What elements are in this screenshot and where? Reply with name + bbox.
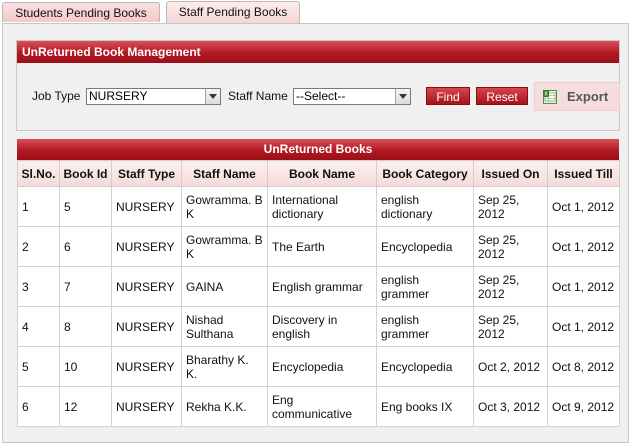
- chevron-down-icon[interactable]: [395, 89, 410, 104]
- excel-icon: X: [543, 90, 557, 104]
- column-header[interactable]: Book Category: [376, 160, 474, 187]
- chevron-down-icon[interactable]: [205, 89, 220, 104]
- export-button[interactable]: X Export: [534, 82, 620, 111]
- column-header[interactable]: Issued Till: [547, 160, 620, 187]
- table-cell: Gowramma. B K: [181, 226, 268, 267]
- table-cell: Oct 1, 2012: [547, 186, 620, 227]
- table-cell: Sep 25, 2012: [473, 266, 548, 307]
- table-cell: Oct 2, 2012: [473, 346, 548, 387]
- table-row: 6 12 NURSERY Rekha K.K. Eng communicativ…: [17, 386, 620, 427]
- table-cell: Discovery in english: [267, 306, 377, 347]
- table-cell: Oct 1, 2012: [547, 266, 620, 307]
- table-cell: Eng communicative: [267, 386, 377, 427]
- table-cell: english dictionary: [376, 186, 474, 227]
- table-cell: NURSERY: [111, 266, 182, 307]
- table-row: 3 7 NURSERY GAINA English grammar englis…: [17, 266, 620, 307]
- tab-students-pending-books[interactable]: Students Pending Books: [2, 2, 160, 22]
- table-cell: Encyclopedia: [376, 226, 474, 267]
- staff-name-value: --Select--: [296, 89, 346, 103]
- table-cell: 8: [59, 306, 112, 347]
- table-cell: Encyclopedia: [376, 346, 474, 387]
- find-button[interactable]: Find: [426, 87, 470, 105]
- column-header[interactable]: Issued On: [473, 160, 548, 187]
- table-row: 2 6 NURSERY Gowramma. B K The Earth Ency…: [17, 226, 620, 267]
- column-header[interactable]: Staff Type: [111, 160, 182, 187]
- staff-name-label: Staff Name: [228, 89, 288, 103]
- table-cell: 6: [17, 386, 60, 427]
- table-cell: Gowramma. B K: [181, 186, 268, 227]
- table-cell: The Earth: [267, 226, 377, 267]
- column-header[interactable]: Staff Name: [181, 160, 268, 187]
- table-cell: 5: [59, 186, 112, 227]
- reset-button[interactable]: Reset: [476, 87, 528, 105]
- table-cell: 12: [59, 386, 112, 427]
- job-type-label: Job Type: [32, 89, 81, 103]
- table-cell: 4: [17, 306, 60, 347]
- table-cell: 1: [17, 186, 60, 227]
- table-cell: Sep 25, 2012: [473, 306, 548, 347]
- table-cell: Sep 25, 2012: [473, 186, 548, 227]
- unreturned-books-panel: UnReturned Books Sl.No. Book Id Staff Ty…: [17, 139, 620, 427]
- table-cell: Eng books IX: [376, 386, 474, 427]
- job-type-select[interactable]: NURSERY: [86, 88, 221, 105]
- table-row: 1 5 NURSERY Gowramma. B K International …: [17, 186, 620, 227]
- table-cell: Oct 3, 2012: [473, 386, 548, 427]
- table-cell: International dictionary: [267, 186, 377, 227]
- table-cell: Encyclopedia: [267, 346, 377, 387]
- table-cell: Oct 8, 2012: [547, 346, 620, 387]
- table-cell: english grammer: [376, 266, 474, 307]
- table-cell: 7: [59, 266, 112, 307]
- table-cell: NURSERY: [111, 306, 182, 347]
- staff-name-select[interactable]: --Select--: [293, 88, 411, 105]
- table-cell: Sep 25, 2012: [473, 226, 548, 267]
- table-cell: Oct 9, 2012: [547, 386, 620, 427]
- unreturned-books-table: Sl.No. Book Id Staff Type Staff Name Boo…: [17, 160, 620, 427]
- table-cell: Oct 1, 2012: [547, 226, 620, 267]
- table-cell: 3: [17, 266, 60, 307]
- management-panel: UnReturned Book Management: [16, 40, 620, 131]
- table-cell: NURSERY: [111, 346, 182, 387]
- table-cell: 5: [17, 346, 60, 387]
- tab-staff-pending-books[interactable]: Staff Pending Books: [166, 1, 300, 24]
- table-cell: Oct 1, 2012: [547, 306, 620, 347]
- table-cell: Nishad Sulthana: [181, 306, 268, 347]
- column-header[interactable]: Sl.No.: [17, 160, 60, 187]
- table-header-row: Sl.No. Book Id Staff Type Staff Name Boo…: [17, 160, 620, 187]
- table-row: 4 8 NURSERY Nishad Sulthana Discovery in…: [17, 306, 620, 347]
- tab-bar: Students Pending Books Staff Pending Boo…: [0, 0, 630, 24]
- table-cell: english grammer: [376, 306, 474, 347]
- export-label: Export: [567, 89, 609, 104]
- table-cell: NURSERY: [111, 386, 182, 427]
- table-row: 5 10 NURSERY Bharathy K. K. Encyclopedia…: [17, 346, 620, 387]
- unreturned-books-title: UnReturned Books: [17, 139, 619, 160]
- table-cell: NURSERY: [111, 186, 182, 227]
- table-cell: Rekha K.K.: [181, 386, 268, 427]
- table-cell: 6: [59, 226, 112, 267]
- table-cell: 10: [59, 346, 112, 387]
- column-header[interactable]: Book Name: [267, 160, 377, 187]
- table-cell: GAINA: [181, 266, 268, 307]
- job-type-value: NURSERY: [89, 89, 148, 103]
- column-header[interactable]: Book Id: [59, 160, 112, 187]
- management-panel-title: UnReturned Book Management: [17, 41, 619, 63]
- table-cell: 2: [17, 226, 60, 267]
- table-cell: English grammar: [267, 266, 377, 307]
- table-cell: Bharathy K. K.: [181, 346, 268, 387]
- table-cell: NURSERY: [111, 226, 182, 267]
